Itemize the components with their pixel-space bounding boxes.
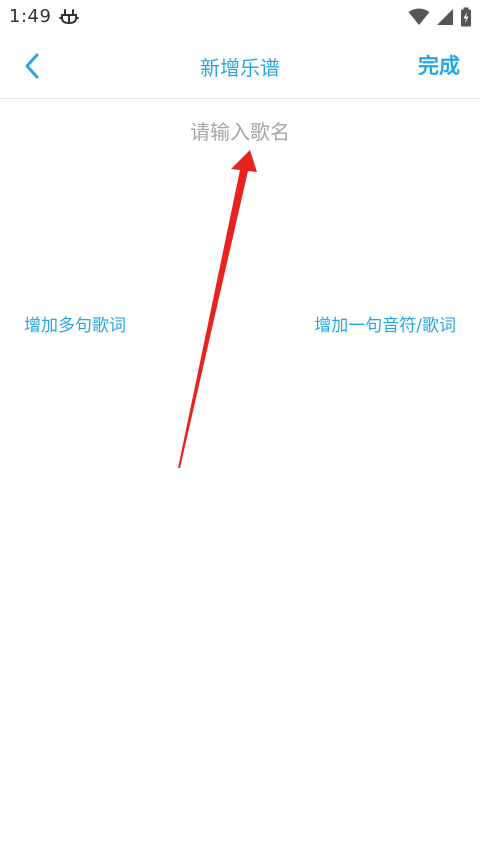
signal-icon (437, 9, 453, 25)
done-button[interactable]: 完成 (418, 50, 460, 80)
song-name-input[interactable] (60, 112, 420, 152)
screen: 1:49 新增乐谱 完成 增加多句歌词 (0, 0, 480, 855)
bug-icon (59, 9, 79, 25)
add-note-lyric-button[interactable]: 增加一句音符/歌词 (314, 311, 456, 336)
add-multiple-lyrics-button[interactable]: 增加多句歌词 (24, 311, 126, 336)
page-title: 新增乐谱 (200, 56, 280, 80)
top-bar: 新增乐谱 完成 (0, 34, 480, 99)
battery-icon (461, 7, 471, 27)
status-icons (408, 7, 472, 27)
status-time: 1:49 (9, 6, 52, 27)
status-bar: 1:49 (0, 0, 480, 34)
wifi-icon (408, 8, 430, 25)
